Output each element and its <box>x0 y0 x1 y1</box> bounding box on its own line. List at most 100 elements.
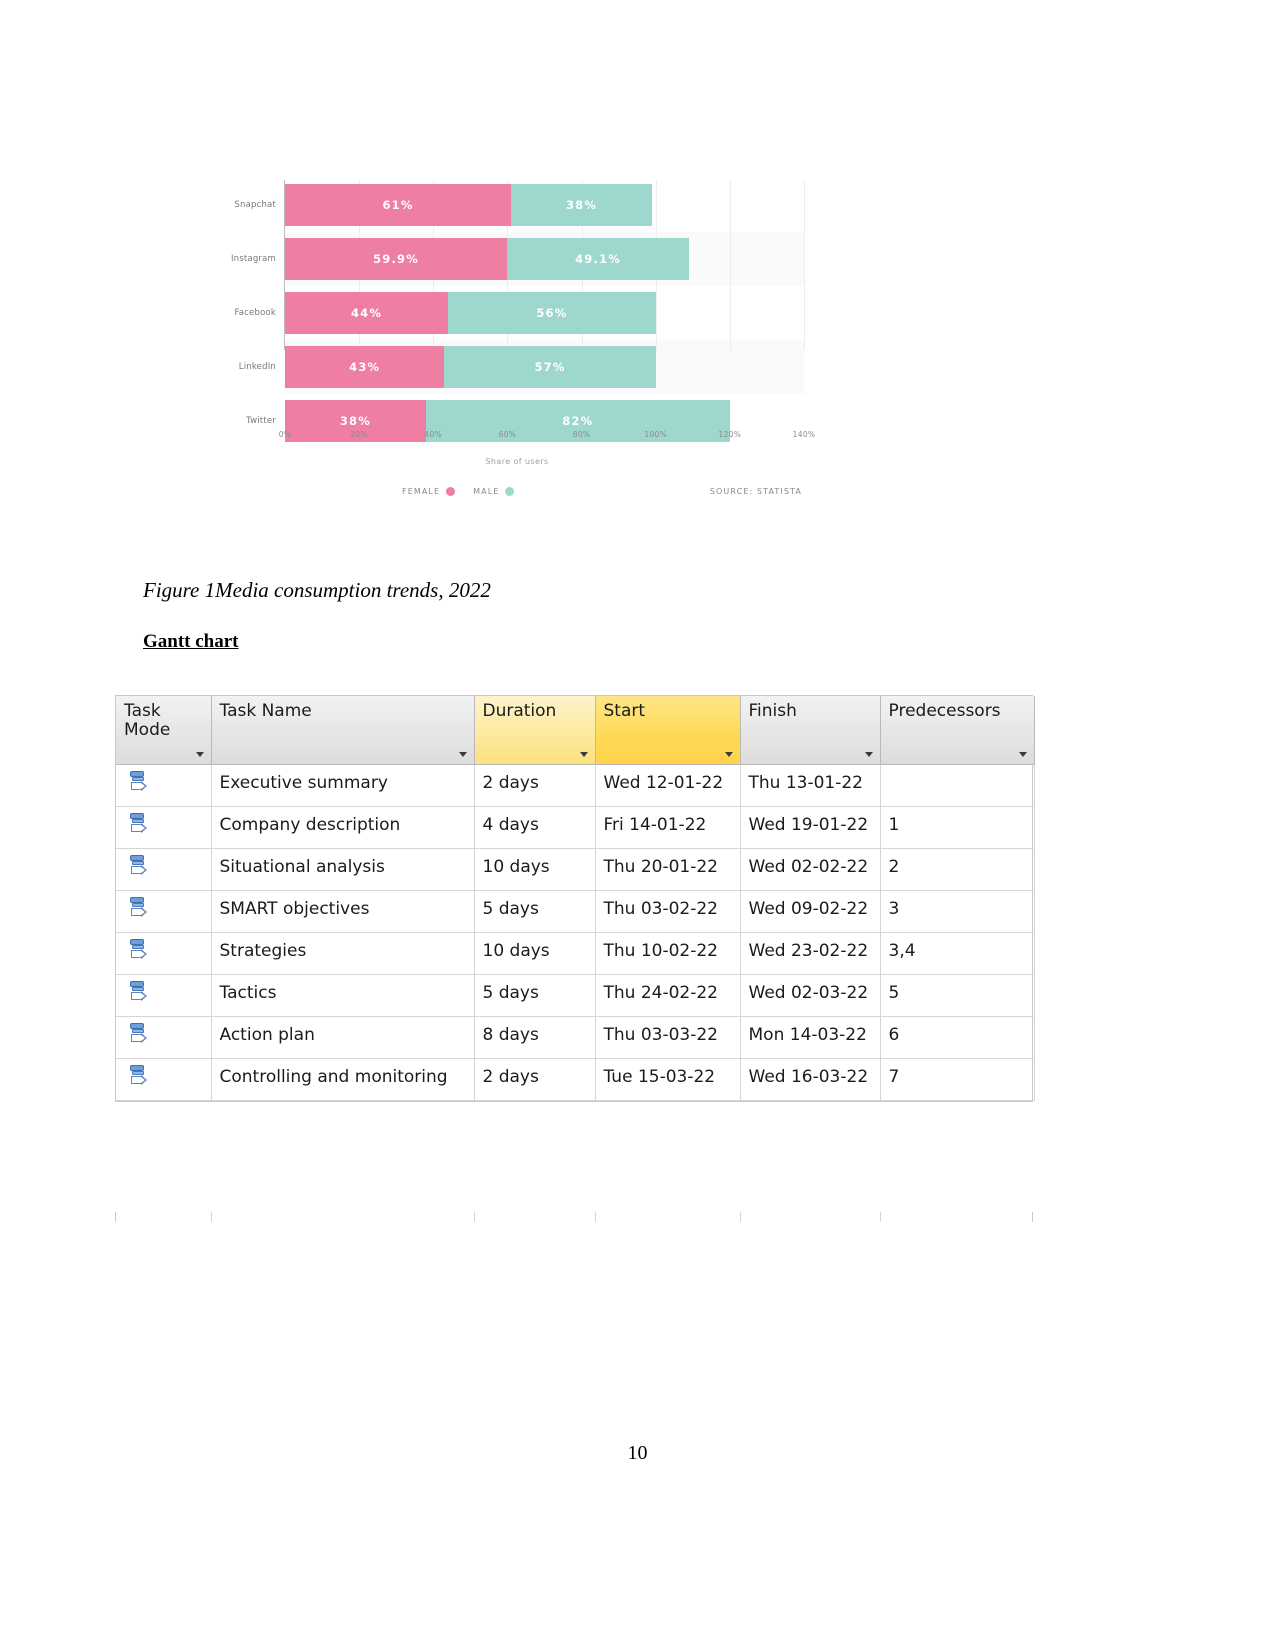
filter-dropdown-arrow-icon[interactable] <box>579 752 588 757</box>
gantt-column-header-finish[interactable]: Finish <box>740 696 881 765</box>
gantt-cell-predecessors[interactable]: 5 <box>880 974 1035 1017</box>
auto-scheduled-task-icon <box>130 771 150 793</box>
gantt-cell-task-name[interactable]: Tactics <box>211 974 475 1017</box>
chart-x-tick-label: 100% <box>644 430 668 439</box>
chart-x-tick-label: 0% <box>278 430 292 439</box>
gantt-cell-task-mode[interactable] <box>116 764 212 807</box>
gantt-column-header-predecessors[interactable]: Predecessors <box>880 696 1035 765</box>
gantt-cell-duration[interactable]: 10 days <box>474 848 596 891</box>
gantt-cell-task-mode[interactable] <box>116 890 212 933</box>
chart-x-tick-label: 80% <box>572 430 591 439</box>
gantt-cell-task-name[interactable]: Executive summary <box>211 764 475 807</box>
gantt-cell-task-name[interactable]: Action plan <box>211 1016 475 1059</box>
auto-scheduled-task-icon <box>130 1065 150 1087</box>
gantt-cell-start[interactable]: Thu 03-03-22 <box>595 1016 741 1059</box>
chart-bar-segment-female: 61% <box>285 184 512 226</box>
gantt-cell-task-mode[interactable] <box>116 1016 212 1059</box>
gantt-cell-task-name[interactable]: Situational analysis <box>211 848 475 891</box>
gantt-cell-predecessors[interactable]: 3 <box>880 890 1035 933</box>
gantt-cell-duration[interactable]: 5 days <box>474 974 596 1017</box>
chart-category-label: LinkedIn <box>238 362 276 372</box>
gantt-cell-finish[interactable]: Wed 16-03-22 <box>740 1058 881 1101</box>
filter-dropdown-arrow-icon[interactable] <box>724 752 733 757</box>
media-consumption-chart: Snapchat 61% 38% Instagram 59.9% 49.1% Faceboo… <box>222 172 815 532</box>
gantt-cell-predecessors[interactable] <box>880 764 1035 807</box>
table-row[interactable]: Controlling and monitoring 2 days Tue 15-0… <box>116 1058 1035 1101</box>
gantt-cell-start[interactable]: Thu 03-02-22 <box>595 890 741 933</box>
figure-caption: Figure 1Media consumption trends, 2022 <box>143 578 491 602</box>
gantt-cell-finish[interactable]: Thu 13-01-22 <box>740 764 881 807</box>
gantt-column-separator <box>474 1212 475 1222</box>
filter-dropdown-arrow-icon[interactable] <box>458 752 467 757</box>
gantt-cell-finish[interactable]: Wed 02-02-22 <box>740 848 881 891</box>
chart-category-label: Facebook <box>234 308 276 318</box>
table-row[interactable]: SMART objectives 5 days Thu 03-02-22 Wed 09… <box>116 890 1035 933</box>
gantt-cell-task-name[interactable]: Strategies <box>211 932 475 975</box>
table-row[interactable]: Company description 4 days Fri 14-01-22 Wed… <box>116 806 1035 849</box>
gantt-column-header-label: Predecessors <box>888 701 1001 721</box>
chart-bar-segment-male: 38% <box>511 184 652 226</box>
gantt-cell-duration[interactable]: 2 days <box>474 1058 596 1101</box>
gantt-column-header-task-name[interactable]: Task Name <box>211 696 475 765</box>
auto-scheduled-task-icon <box>130 855 150 877</box>
gantt-cell-task-mode[interactable] <box>116 974 212 1017</box>
gantt-cell-predecessors[interactable]: 6 <box>880 1016 1035 1059</box>
legend-swatch-male-icon <box>505 487 515 496</box>
chart-bar-track: 61% 38% <box>285 184 812 226</box>
table-row[interactable]: Situational analysis 10 days Thu 20-01-22 W… <box>116 848 1035 891</box>
gantt-cell-predecessors[interactable]: 7 <box>880 1058 1035 1101</box>
gantt-column-header-task-mode[interactable]: Task Mode <box>116 696 212 765</box>
gantt-cell-start[interactable]: Thu 20-01-22 <box>595 848 741 891</box>
filter-dropdown-arrow-icon[interactable] <box>864 752 873 757</box>
gantt-column-header-label: Finish <box>748 701 797 721</box>
gantt-cell-start[interactable]: Wed 12-01-22 <box>595 764 741 807</box>
gantt-cell-start[interactable]: Fri 14-01-22 <box>595 806 741 849</box>
gantt-cell-task-mode[interactable] <box>116 932 212 975</box>
gantt-column-separator <box>211 1212 212 1222</box>
gantt-cell-duration[interactable]: 8 days <box>474 1016 596 1059</box>
gantt-cell-finish[interactable]: Wed 09-02-22 <box>740 890 881 933</box>
gantt-cell-duration[interactable]: 10 days <box>474 932 596 975</box>
chart-source-label: SOURCE: STATISTA <box>709 487 802 496</box>
gantt-cell-predecessors[interactable]: 2 <box>880 848 1035 891</box>
auto-scheduled-task-icon <box>130 981 150 1003</box>
gantt-cell-predecessors[interactable]: 3,4 <box>880 932 1035 975</box>
gantt-cell-task-name[interactable]: Controlling and monitoring <box>211 1058 475 1101</box>
chart-x-tick-label: 60% <box>498 430 517 439</box>
gantt-column-header-duration[interactable]: Duration <box>474 696 596 765</box>
gantt-cell-task-name[interactable]: Company description <box>211 806 475 849</box>
table-row[interactable]: Strategies 10 days Thu 10-02-22 Wed 23-02-2… <box>116 932 1035 975</box>
legend-item-male: MALE <box>473 487 515 496</box>
gantt-cell-task-mode[interactable] <box>116 1058 212 1101</box>
gantt-cell-predecessors[interactable]: 1 <box>880 806 1035 849</box>
table-row[interactable]: Tactics 5 days Thu 24-02-22 Wed 02-03-22 5 <box>116 974 1035 1017</box>
gantt-cell-duration[interactable]: 5 days <box>474 890 596 933</box>
gantt-cell-finish[interactable]: Wed 02-03-22 <box>740 974 881 1017</box>
gantt-cell-finish[interactable]: Wed 23-02-22 <box>740 932 881 975</box>
gantt-cell-duration[interactable]: 2 days <box>474 764 596 807</box>
legend-item-female: FEMALE <box>402 487 456 496</box>
gantt-task-table: Task Mode Task Name Duration Start Finish Pre… <box>115 695 1035 1102</box>
filter-dropdown-arrow-icon[interactable] <box>195 752 204 757</box>
chart-x-axis: 0% 20% 40% 60% 80% 100% 120% 140% <box>222 430 815 446</box>
chart-bar-row: Facebook 44% 56% <box>222 292 812 334</box>
gantt-cell-task-name[interactable]: SMART objectives <box>211 890 475 933</box>
gantt-cell-duration[interactable]: 4 days <box>474 806 596 849</box>
chart-x-tick-label: 20% <box>350 430 368 439</box>
filter-dropdown-arrow-icon[interactable] <box>1018 752 1027 757</box>
gantt-column-header-label: Duration <box>482 701 557 721</box>
page-number: 10 <box>627 1442 648 1464</box>
gantt-cell-start[interactable]: Tue 15-03-22 <box>595 1058 741 1101</box>
chart-bar-segment-male: 49.1% <box>507 238 690 280</box>
table-row[interactable]: Executive summary 2 days Wed 12-01-22 Thu 1… <box>116 764 1035 807</box>
chart-category-label: Snapchat <box>234 200 276 210</box>
gantt-cell-finish[interactable]: Wed 19-01-22 <box>740 806 881 849</box>
gantt-cell-start[interactable]: Thu 24-02-22 <box>595 974 741 1017</box>
gantt-cell-finish[interactable]: Mon 14-03-22 <box>740 1016 881 1059</box>
gantt-column-header-start[interactable]: Start <box>595 696 741 765</box>
gantt-cell-task-mode[interactable] <box>116 806 212 849</box>
table-row[interactable]: Action plan 8 days Thu 03-03-22 Mon 14-03-2… <box>116 1016 1035 1059</box>
gantt-cell-task-mode[interactable] <box>116 848 212 891</box>
gantt-cell-start[interactable]: Thu 10-02-22 <box>595 932 741 975</box>
chart-bar-track: 59.9% 49.1% <box>285 238 812 280</box>
